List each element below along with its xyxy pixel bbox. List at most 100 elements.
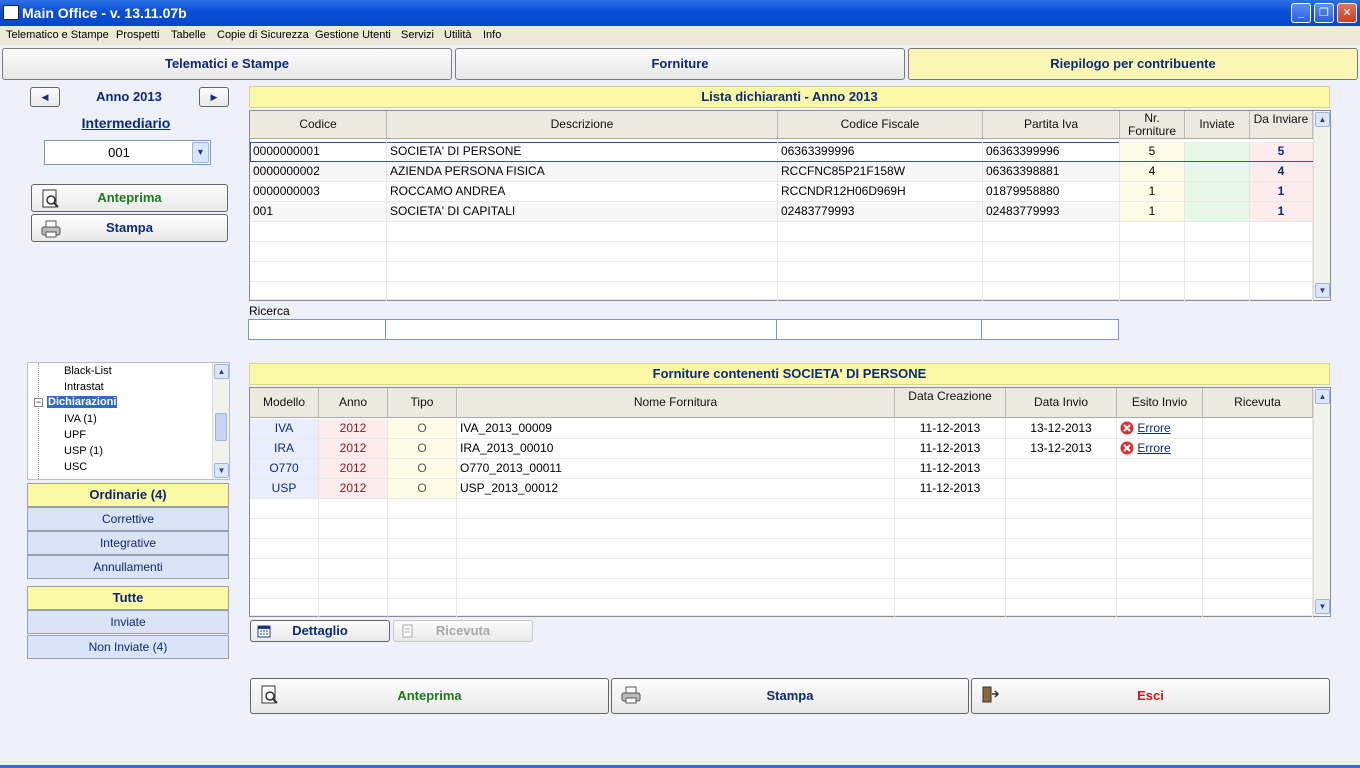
menu-utilita[interactable]: Utilità: [444, 29, 472, 41]
filter-integrative[interactable]: Integrative: [27, 531, 229, 555]
menu-utenti[interactable]: Gestione Utenti: [315, 29, 391, 41]
scroll-down-icon[interactable]: ▼: [1315, 599, 1330, 614]
esito-link[interactable]: Errore: [1137, 421, 1170, 435]
col-ricevuta[interactable]: Ricevuta: [1203, 388, 1313, 417]
col-codice[interactable]: Codice: [250, 111, 387, 138]
cell-tipo: O: [388, 459, 457, 478]
col-data-creazione[interactable]: Data Creazione: [895, 388, 1006, 417]
cell-codice: 0000000002: [250, 162, 387, 181]
calendar-icon: [257, 625, 271, 638]
tree-scrollbar[interactable]: ▲ ▼: [212, 363, 229, 479]
dichiaranti-scrollbar[interactable]: ▲ ▼: [1313, 111, 1330, 300]
scroll-down-icon[interactable]: ▼: [1315, 283, 1330, 298]
ricevuta-button[interactable]: Ricevuta: [393, 620, 533, 642]
year-prev-button[interactable]: ◀: [30, 87, 60, 107]
anteprima-button[interactable]: Anteprima: [250, 678, 609, 714]
cell-nome: IVA_2013_00009: [457, 419, 895, 438]
filter-annullamenti[interactable]: Annullamenti: [27, 555, 229, 579]
left-anteprima-button[interactable]: Anteprima: [31, 184, 228, 212]
cell-esito[interactable]: Errore: [1117, 439, 1203, 458]
left-stampa-label: Stampa: [106, 220, 153, 235]
search-piva-input[interactable]: [981, 319, 1119, 340]
scroll-up-icon[interactable]: ▲: [1315, 112, 1330, 127]
table-row[interactable]: IRA 2012 O IRA_2013_00010 11-12-2013 13-…: [250, 439, 1313, 459]
stampa-button[interactable]: Stampa: [611, 678, 969, 714]
col-data-invio[interactable]: Data Invio: [1006, 388, 1117, 417]
tree-item-dichiarazioni[interactable]: Dichiarazioni: [47, 396, 118, 408]
scroll-up-icon[interactable]: ▲: [1315, 389, 1330, 404]
col-da-inviare[interactable]: Da Inviare: [1250, 111, 1313, 138]
col-tipo[interactable]: Tipo: [388, 388, 457, 417]
printer-icon: [621, 686, 641, 704]
chevron-down-icon[interactable]: ▼: [192, 142, 209, 163]
table-row[interactable]: IVA 2012 O IVA_2013_00009 11-12-2013 13-…: [250, 419, 1313, 439]
table-row[interactable]: 0000000003 ROCCAMO ANDREA RCCNDR12H06D96…: [250, 182, 1313, 202]
menu-tabelle[interactable]: Tabelle: [171, 29, 206, 41]
category-tree[interactable]: Black-List Intrastat − Dichiarazioni IVA…: [27, 362, 230, 480]
cell-modello: IVA: [250, 419, 319, 438]
col-descrizione[interactable]: Descrizione: [387, 111, 778, 138]
table-row[interactable]: 0000000001 SOCIETA' DI PERSONE 063633999…: [250, 142, 1313, 162]
col-partita-iva[interactable]: Partita Iva: [983, 111, 1120, 138]
year-next-button[interactable]: ▶: [199, 87, 229, 107]
filter-ordinarie[interactable]: Ordinarie (4): [27, 483, 229, 507]
close-icon[interactable]: ✕: [1337, 3, 1357, 23]
intermediario-select[interactable]: 001 ▼: [44, 140, 211, 165]
minimize-icon[interactable]: _: [1291, 3, 1311, 23]
table-row[interactable]: O770 2012 O O770_2013_00011 11-12-2013: [250, 459, 1313, 479]
table-row[interactable]: 001 SOCIETA' DI CAPITALI 02483779993 024…: [250, 202, 1313, 222]
scroll-up-icon[interactable]: ▲: [214, 364, 229, 379]
esci-button[interactable]: Esci: [971, 678, 1330, 714]
table-row[interactable]: 0000000002 AZIENDA PERSONA FISICA RCCFNC…: [250, 162, 1313, 182]
empty-row: [250, 599, 1313, 618]
search-descrizione-input[interactable]: [385, 319, 777, 340]
cell-nr: 5: [1120, 142, 1185, 161]
col-anno[interactable]: Anno: [319, 388, 388, 417]
forniture-scrollbar[interactable]: ▲ ▼: [1313, 388, 1330, 616]
stampa-label: Stampa: [766, 688, 814, 703]
tree-item-usc[interactable]: USC: [64, 461, 87, 473]
menu-prospetti[interactable]: Prospetti: [116, 29, 159, 41]
cell-inviate: [1185, 142, 1250, 161]
menu-servizi[interactable]: Servizi: [401, 29, 434, 41]
tree-item-upf[interactable]: UPF: [64, 429, 86, 441]
col-esito-invio[interactable]: Esito Invio: [1117, 388, 1203, 417]
esito-link[interactable]: Errore: [1137, 441, 1170, 455]
preview-icon: [261, 685, 278, 704]
search-cf-input[interactable]: [776, 319, 982, 340]
left-stampa-button[interactable]: Stampa: [31, 214, 228, 242]
col-nr-forniture[interactable]: Nr. Forniture: [1120, 111, 1185, 138]
col-inviate[interactable]: Inviate: [1185, 111, 1250, 138]
scroll-thumb[interactable]: [215, 413, 227, 441]
tab-riepilogo[interactable]: Riepilogo per contribuente: [908, 48, 1358, 80]
cell-anno: 2012: [319, 439, 388, 458]
tab-telematici[interactable]: Telematici e Stampe: [2, 48, 452, 80]
menu-telematico[interactable]: Telematico e Stampe: [6, 29, 109, 41]
document-icon: [402, 624, 413, 638]
col-modello[interactable]: Modello: [250, 388, 319, 417]
cell-descrizione: SOCIETA' DI PERSONE: [387, 142, 778, 161]
restore-icon[interactable]: ❐: [1314, 3, 1334, 23]
tree-item-iva[interactable]: IVA (1): [64, 413, 97, 425]
cell-nr: 1: [1120, 182, 1185, 201]
tree-item-usp[interactable]: USP (1): [64, 445, 103, 457]
forniture-title: Forniture contenenti SOCIETA' DI PERSONE: [249, 363, 1330, 385]
tab-forniture[interactable]: Forniture: [455, 48, 905, 80]
collapse-icon[interactable]: −: [34, 398, 43, 407]
tree-item-intrastat[interactable]: Intrastat: [64, 381, 104, 393]
filter-inviate[interactable]: Inviate: [27, 610, 229, 634]
scroll-down-icon[interactable]: ▼: [214, 463, 229, 478]
filter-non-inviate[interactable]: Non Inviate (4): [27, 635, 229, 659]
table-row[interactable]: USP 2012 O USP_2013_00012 11-12-2013: [250, 479, 1313, 499]
filter-tutte[interactable]: Tutte: [27, 586, 229, 610]
menu-info[interactable]: Info: [483, 29, 501, 41]
cell-esito[interactable]: Errore: [1117, 419, 1203, 438]
col-codice-fiscale[interactable]: Codice Fiscale: [778, 111, 983, 138]
dettaglio-button[interactable]: Dettaglio: [250, 620, 390, 642]
tree-item-black-list[interactable]: Black-List: [64, 365, 112, 377]
col-nome-fornitura[interactable]: Nome Fornitura: [457, 388, 895, 417]
cell-inviate: [1185, 162, 1250, 181]
filter-correttive[interactable]: Correttive: [27, 507, 229, 531]
search-codice-input[interactable]: [248, 319, 386, 340]
menu-copie[interactable]: Copie di Sicurezza: [217, 29, 309, 41]
